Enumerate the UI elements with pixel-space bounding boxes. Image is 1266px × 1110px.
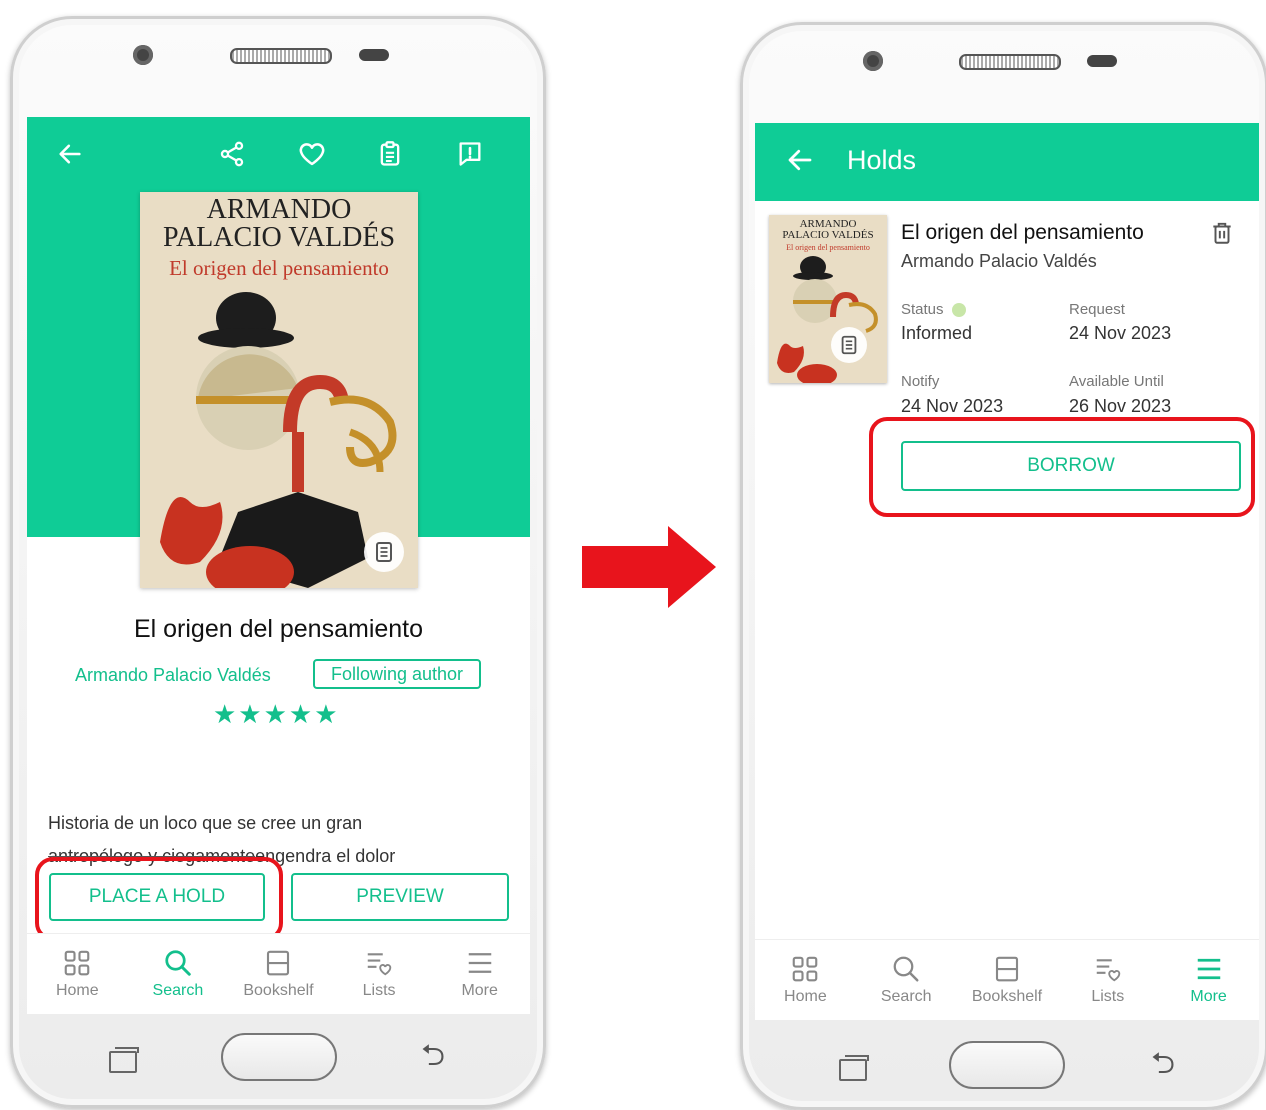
list-heart-icon bbox=[1096, 959, 1120, 982]
list-heart-icon bbox=[367, 953, 392, 976]
home-hw-button[interactable] bbox=[221, 1033, 337, 1081]
nav-search[interactable]: Search bbox=[856, 940, 957, 1020]
notify-value: 24 Nov 2023 bbox=[901, 396, 1004, 416]
back-hw-icon[interactable]: ⮌ bbox=[1151, 1049, 1175, 1079]
back-arrow-icon[interactable] bbox=[785, 145, 815, 180]
status-dot bbox=[951, 303, 966, 318]
book-cover[interactable]: ARMANDO PALACIO VALDÉS El origen del pens… bbox=[140, 192, 418, 588]
nav-more[interactable]: More bbox=[1158, 940, 1259, 1020]
nav-search[interactable]: Search bbox=[128, 934, 229, 1014]
rating-stars: ★★★★★ bbox=[213, 699, 340, 729]
transition-arrow-icon bbox=[582, 526, 716, 608]
preview-button[interactable]: PREVIEW bbox=[291, 873, 509, 921]
book-detail-screen: ARMANDO PALACIO VALDÉS El origen del pens… bbox=[27, 117, 530, 1014]
nav-home[interactable]: Home bbox=[755, 940, 856, 1020]
clipboard-icon[interactable] bbox=[373, 137, 407, 171]
earpiece-speaker bbox=[959, 54, 1061, 70]
notify-label: Notify bbox=[901, 373, 940, 390]
ebook-badge-icon bbox=[364, 532, 404, 572]
proximity-sensor bbox=[1087, 55, 1117, 67]
search-icon bbox=[893, 956, 919, 982]
page-title: Holds bbox=[847, 145, 917, 175]
holds-screen: Holds ARMANDO PALACIO VALDÉS El origen de… bbox=[755, 123, 1259, 1020]
recents-hw-icon[interactable] bbox=[109, 1047, 139, 1073]
ebook-badge-icon bbox=[831, 327, 867, 363]
search-icon bbox=[165, 950, 191, 976]
earpiece-speaker bbox=[230, 48, 332, 64]
thumb-title-text: El origen del pensamiento bbox=[786, 243, 870, 252]
highlight-place-hold bbox=[35, 857, 283, 941]
author-link[interactable]: Armando Palacio Valdés bbox=[75, 665, 271, 686]
back-arrow-icon[interactable] bbox=[53, 137, 87, 171]
trash-icon[interactable] bbox=[1209, 219, 1235, 252]
highlight-borrow bbox=[869, 417, 1255, 517]
grid-icon bbox=[793, 956, 818, 982]
menu-icon bbox=[1197, 958, 1220, 980]
front-camera bbox=[863, 51, 883, 71]
holds-header: Holds bbox=[755, 123, 1259, 201]
available-until-value: 26 Nov 2023 bbox=[1069, 396, 1172, 416]
bottom-nav: Home Search Bookshelf Lists More bbox=[27, 933, 530, 1014]
nav-lists[interactable]: Lists bbox=[329, 934, 430, 1014]
status-label: Status bbox=[901, 301, 966, 318]
heart-icon[interactable] bbox=[295, 137, 329, 171]
nav-bookshelf[interactable]: Bookshelf bbox=[957, 940, 1058, 1020]
recents-hw-icon[interactable] bbox=[839, 1055, 869, 1081]
status-value: Informed bbox=[901, 323, 973, 343]
request-label: Request bbox=[1069, 301, 1125, 318]
thumb-illustration bbox=[777, 256, 878, 383]
book-title: El origen del pensamiento bbox=[133, 615, 424, 643]
bookshelf-icon bbox=[995, 956, 1019, 982]
menu-icon bbox=[468, 953, 491, 973]
phone-right: Holds ARMANDO PALACIO VALDÉS El origen de… bbox=[740, 22, 1266, 1110]
hold-book-author: Armando Palacio Valdés bbox=[901, 251, 1097, 271]
proximity-sensor bbox=[359, 49, 389, 61]
bookshelf-icon bbox=[267, 950, 290, 976]
cover-title-text: El origen del pensamiento bbox=[169, 256, 389, 280]
nav-more[interactable]: More bbox=[429, 934, 530, 1014]
grid-icon bbox=[64, 950, 90, 976]
book-thumbnail[interactable]: ARMANDO PALACIO VALDÉS El origen del pens… bbox=[769, 215, 887, 383]
phone-left: ARMANDO PALACIO VALDÉS El origen del pens… bbox=[10, 16, 546, 1108]
report-icon[interactable] bbox=[453, 137, 487, 171]
nav-bookshelf[interactable]: Bookshelf bbox=[228, 934, 329, 1014]
available-until-label: Available Until bbox=[1069, 373, 1164, 390]
hold-book-title: El origen del pensamiento bbox=[901, 221, 1144, 244]
following-author-button[interactable]: Following author bbox=[313, 659, 481, 689]
request-value: 24 Nov 2023 bbox=[1069, 323, 1172, 343]
nav-lists[interactable]: Lists bbox=[1057, 940, 1158, 1020]
thumb-author-text: ARMANDO PALACIO VALDÉS bbox=[782, 218, 874, 241]
cover-author-text: ARMANDO PALACIO VALDÉS bbox=[162, 194, 396, 253]
home-hw-button[interactable] bbox=[949, 1041, 1065, 1089]
front-camera bbox=[133, 45, 153, 65]
share-icon[interactable] bbox=[215, 137, 249, 171]
bottom-nav: Home Search Bookshelf Lists More bbox=[755, 939, 1259, 1020]
back-hw-icon[interactable]: ⮌ bbox=[421, 1041, 445, 1071]
nav-home[interactable]: Home bbox=[27, 934, 128, 1014]
